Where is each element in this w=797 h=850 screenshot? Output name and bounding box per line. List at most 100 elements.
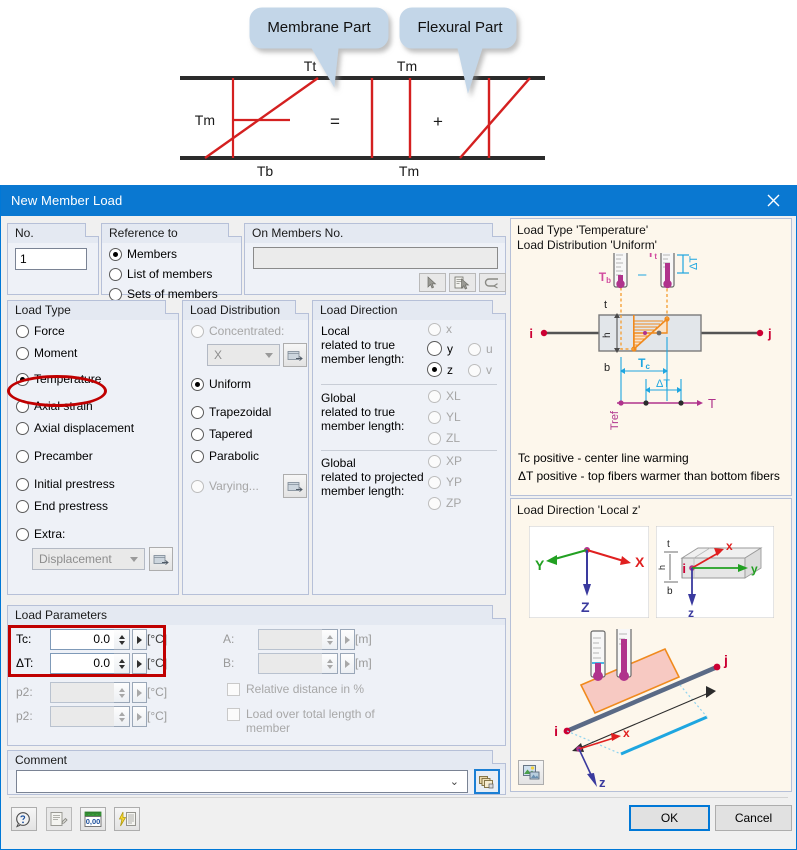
param-b-input[interactable] bbox=[258, 653, 322, 674]
radio-load-type-extra[interactable]: Extra: bbox=[16, 527, 65, 541]
radio-dot bbox=[428, 410, 441, 424]
param-p2b-spin-buttons[interactable] bbox=[114, 706, 130, 727]
cancel-button[interactable]: Cancel bbox=[715, 805, 792, 831]
checkbox-relative-distance[interactable]: Relative distance in % bbox=[227, 682, 364, 696]
param-tc-label: Tc: bbox=[16, 632, 32, 646]
radio-label: Varying... bbox=[209, 479, 259, 493]
svg-text:Tb: Tb bbox=[599, 270, 611, 285]
radio-direction-local-u[interactable]: u bbox=[468, 342, 493, 356]
radio-direction-local-y[interactable]: y bbox=[427, 341, 453, 356]
radio-direction-local-z[interactable]: z bbox=[427, 362, 453, 377]
param-p2a-stepper[interactable] bbox=[50, 682, 147, 703]
param-tc-stepper[interactable]: 0.0 bbox=[50, 629, 147, 650]
param-dt-label: ΔT: bbox=[16, 656, 34, 670]
checkbox-label: Relative distance in % bbox=[246, 682, 365, 696]
radio-distribution-varying[interactable]: Varying... bbox=[191, 479, 259, 493]
param-p2a-spin-buttons[interactable] bbox=[114, 682, 130, 703]
checkbox-box bbox=[227, 708, 240, 721]
pick-from-list-icon[interactable] bbox=[449, 273, 476, 292]
comment-input[interactable]: ⌄ bbox=[16, 770, 468, 793]
param-p2a-input[interactable] bbox=[50, 682, 114, 703]
load-parameters-title: Load Parameters bbox=[15, 608, 108, 622]
radio-direction-proj-zp[interactable]: ZP bbox=[428, 496, 461, 510]
param-p2b-stepper[interactable] bbox=[50, 706, 147, 727]
load-type-title: Load Type bbox=[15, 303, 71, 317]
param-dt-input[interactable]: 0.0 bbox=[50, 653, 114, 674]
radio-load-type-initial-prestress[interactable]: Initial prestress bbox=[16, 477, 115, 491]
radio-dot bbox=[16, 477, 29, 491]
radio-direction-global-xl[interactable]: XL bbox=[428, 389, 461, 403]
no-input[interactable]: 1 bbox=[15, 248, 87, 270]
param-tc-more-icon[interactable] bbox=[132, 629, 147, 650]
radio-dot bbox=[427, 362, 442, 377]
radio-load-type-axial-strain[interactable]: Axial strain bbox=[16, 399, 93, 413]
param-a-more-icon[interactable] bbox=[340, 629, 355, 650]
param-p2a-more-icon[interactable] bbox=[132, 682, 147, 703]
param-b-spin-buttons[interactable] bbox=[322, 653, 338, 674]
param-a-input[interactable] bbox=[258, 629, 322, 650]
param-b-stepper[interactable] bbox=[258, 653, 355, 674]
radio-load-type-temperature[interactable]: Temperature bbox=[16, 372, 101, 386]
radio-label: Members bbox=[127, 247, 178, 261]
concentrated-browse-icon[interactable] bbox=[283, 343, 307, 367]
param-dt-more-icon[interactable] bbox=[132, 653, 147, 674]
param-dt-stepper[interactable]: 0.0 bbox=[50, 653, 147, 674]
radio-label: y bbox=[447, 341, 453, 356]
preview-title-line1: Load Type 'Temperature' bbox=[517, 223, 649, 237]
radio-direction-local-v[interactable]: v bbox=[468, 363, 492, 377]
close-icon[interactable] bbox=[750, 185, 796, 216]
pick-member-icon[interactable] bbox=[419, 273, 446, 292]
local-label-line2: related to true bbox=[321, 338, 396, 352]
help-icon[interactable] bbox=[11, 807, 37, 831]
param-dt-spin-buttons[interactable] bbox=[114, 653, 130, 674]
radio-label: Axial strain bbox=[34, 399, 93, 413]
radio-direction-local-x[interactable]: x bbox=[428, 322, 452, 336]
radio-reference-members[interactable]: Members bbox=[109, 247, 177, 261]
radio-dot bbox=[191, 427, 204, 441]
units-icon[interactable]: 0,00 bbox=[80, 807, 106, 831]
select-all-icon[interactable] bbox=[479, 273, 506, 292]
radio-load-type-force[interactable]: Force bbox=[16, 324, 65, 338]
radio-label: Concentrated: bbox=[209, 324, 285, 338]
copy-comment-icon[interactable] bbox=[474, 769, 500, 794]
radio-distribution-concentrated[interactable]: Concentrated: bbox=[191, 324, 284, 338]
checkbox-load-over-total-length[interactable]: Load over total length of member bbox=[227, 707, 375, 735]
wizard-icon[interactable] bbox=[114, 807, 140, 831]
radio-distribution-uniform[interactable]: Uniform bbox=[191, 377, 251, 391]
global-true-label-line3: member length: bbox=[321, 419, 405, 433]
radio-load-type-precamber[interactable]: Precamber bbox=[16, 449, 93, 463]
extra-type-combo[interactable]: Displacement bbox=[32, 548, 145, 570]
radio-reference-list-of-members[interactable]: List of members bbox=[109, 267, 212, 281]
radio-load-type-axial-displacement[interactable]: Axial displacement bbox=[16, 421, 134, 435]
radio-load-type-end-prestress[interactable]: End prestress bbox=[16, 499, 108, 513]
on-members-input[interactable] bbox=[253, 247, 498, 269]
radio-direction-proj-yp[interactable]: YP bbox=[428, 475, 462, 489]
param-a-spin-buttons[interactable] bbox=[322, 629, 338, 650]
callout-membrane-label: Membrane Part bbox=[267, 19, 371, 36]
ok-button[interactable]: OK bbox=[629, 805, 710, 831]
direction-preview-title: Load Direction 'Local z' bbox=[517, 503, 641, 517]
svg-text:ΔT: ΔT bbox=[656, 378, 670, 390]
radio-distribution-trapezoidal[interactable]: Trapezoidal bbox=[191, 405, 271, 419]
extra-type-browse-icon[interactable] bbox=[149, 547, 173, 571]
radio-distribution-tapered[interactable]: Tapered bbox=[191, 427, 252, 441]
param-tc-spin-buttons[interactable] bbox=[114, 629, 130, 650]
param-a-stepper[interactable] bbox=[258, 629, 355, 650]
radio-direction-proj-xp[interactable]: XP bbox=[428, 454, 462, 468]
concentrated-axis-combo[interactable]: X bbox=[207, 344, 280, 366]
param-p2b-input[interactable] bbox=[50, 706, 114, 727]
radio-dot bbox=[16, 421, 29, 435]
param-p2b-more-icon[interactable] bbox=[132, 706, 147, 727]
radio-load-type-moment[interactable]: Moment bbox=[16, 346, 77, 360]
svg-text:T: T bbox=[708, 396, 716, 411]
radio-reference-sets-of-members[interactable]: Sets of members bbox=[109, 287, 218, 301]
radio-label: YL bbox=[446, 410, 461, 424]
param-tc-input[interactable]: 0.0 bbox=[50, 629, 114, 650]
radio-direction-global-yl[interactable]: YL bbox=[428, 410, 461, 424]
varying-browse-icon[interactable] bbox=[283, 474, 307, 498]
param-b-more-icon[interactable] bbox=[340, 653, 355, 674]
radio-direction-global-zl[interactable]: ZL bbox=[428, 431, 460, 445]
load-direction-preview-panel: Load Direction 'Local z' X Y Z t b h i x… bbox=[510, 498, 792, 792]
radio-distribution-parabolic[interactable]: Parabolic bbox=[191, 449, 259, 463]
picture-settings-icon[interactable] bbox=[518, 760, 544, 785]
